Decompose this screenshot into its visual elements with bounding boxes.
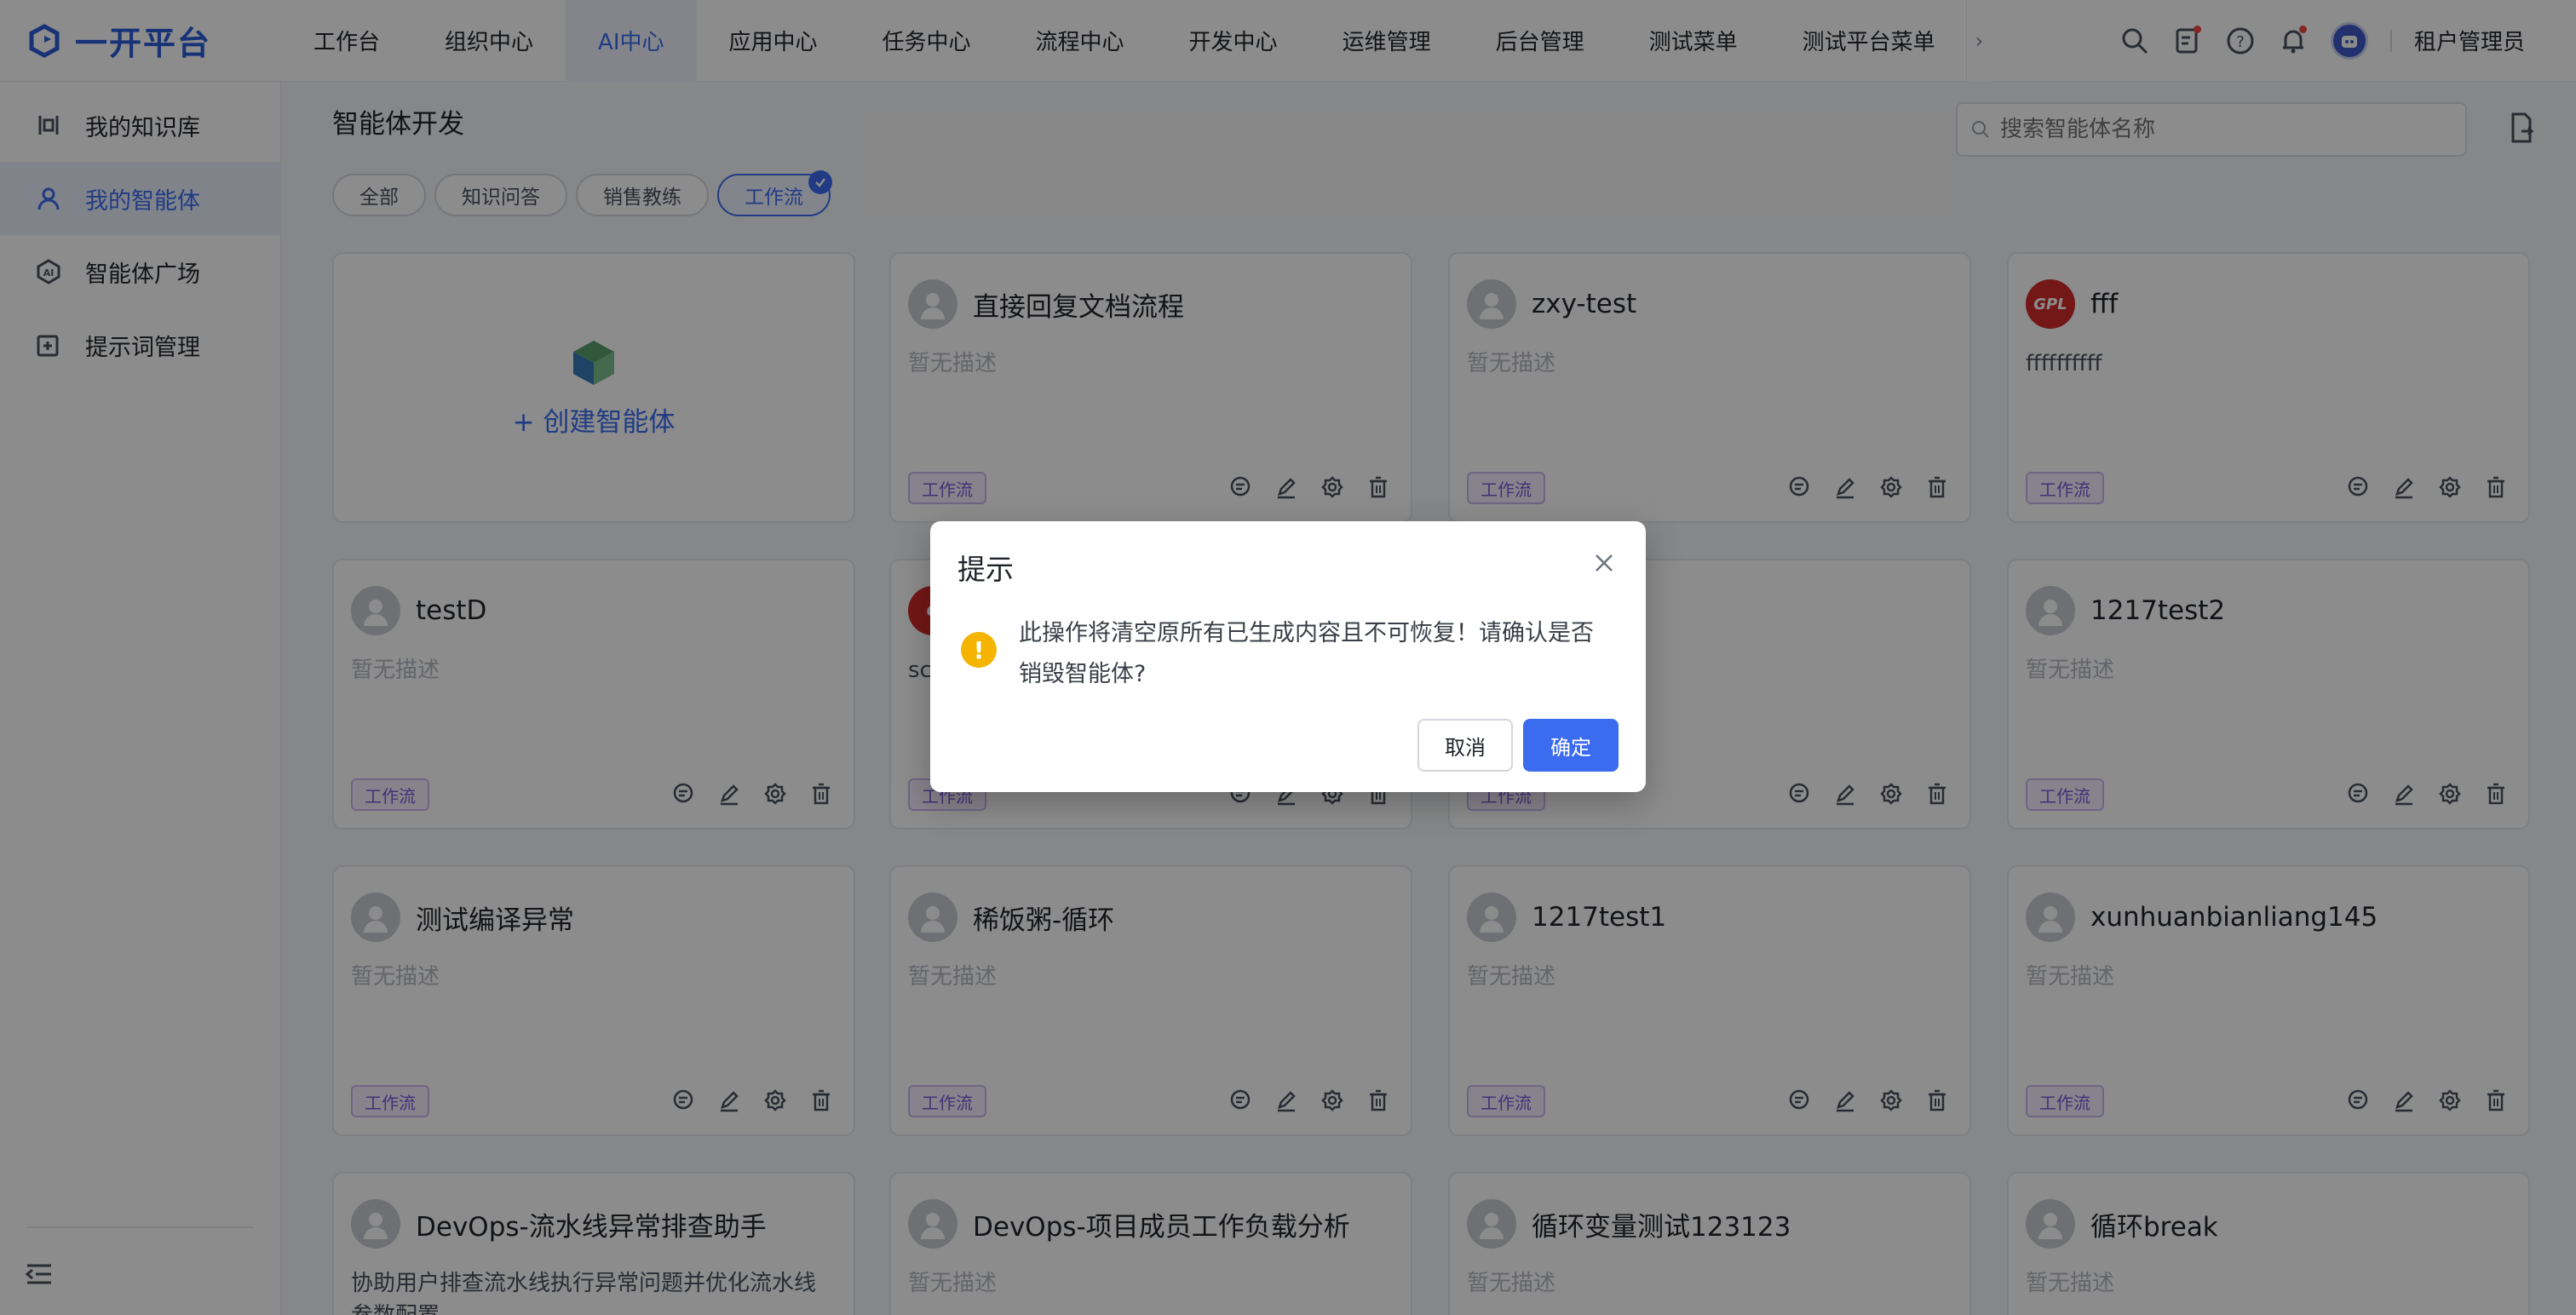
dialog-message: 此操作将清空原所有已生成内容且不可恢复！请确认是否销毁智能体? (1019, 620, 1594, 687)
close-icon[interactable] (1591, 550, 1617, 576)
cancel-button[interactable]: 取消 (1417, 719, 1513, 772)
confirm-dialog: 提示 ! 此操作将清空原所有已生成内容且不可恢复！请确认是否销毁智能体? 取消 … (930, 521, 1646, 792)
warning-icon: ! (961, 632, 997, 668)
dialog-title: 提示 (957, 553, 1014, 586)
confirm-button[interactable]: 确定 (1523, 719, 1619, 772)
